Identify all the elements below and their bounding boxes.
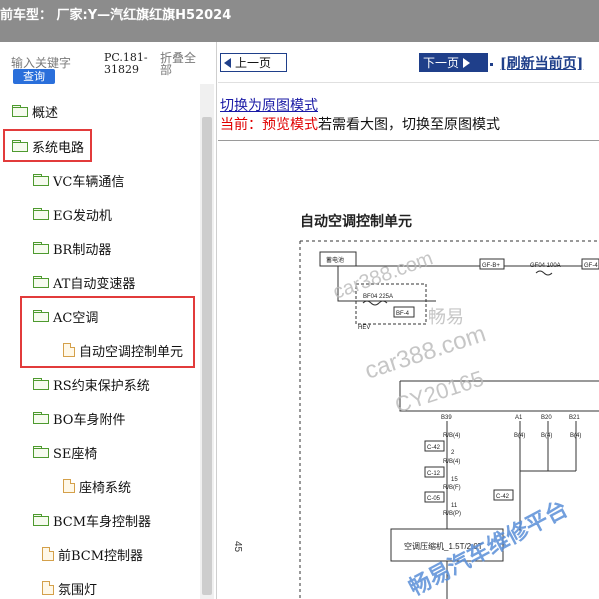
pin-number-15: 15	[451, 477, 458, 483]
window-title: 前车型： 厂家:Y—汽红旗红旗H52024	[0, 8, 232, 23]
folder-open-icon	[33, 446, 49, 458]
pin-number-2: 2	[451, 450, 455, 456]
switch-original-mode-link[interactable]: 切换为原图模式	[220, 95, 318, 115]
folder-icon	[33, 242, 49, 254]
wire-label-b4-3: B(4)	[570, 433, 581, 439]
battery-label: 蓄电池	[326, 256, 344, 264]
gf-4-label: GF-4	[584, 263, 598, 269]
highlight-box-ac	[20, 296, 195, 368]
tree-item-ambient-light[interactable]: 氛围灯	[42, 577, 97, 599]
wire-label-rb4-2: R/B(4)	[443, 459, 460, 465]
connector-c42-right-label: C-42	[496, 494, 510, 500]
bf4-label: BF-4	[396, 311, 410, 317]
current-mode-line: 当前：预览模式若需看大图，切换至原图模式	[220, 114, 500, 134]
folder-icon	[33, 412, 49, 424]
fuse-symbol	[362, 300, 388, 306]
collapse-all-link[interactable]: 折叠全部	[160, 52, 200, 76]
search-button[interactable]: 查询	[13, 69, 55, 84]
tree-item-overview[interactable]: 概述	[12, 100, 58, 122]
pin-a1: A1	[515, 415, 523, 421]
gf-b-plus-label: GF-B+	[482, 263, 500, 269]
bullet-icon	[490, 63, 493, 66]
connector-c05-label: C-05	[427, 496, 441, 502]
folder-icon	[33, 276, 49, 288]
pin-b39: B39	[441, 415, 452, 421]
tree-item-label: AT自动变速器	[53, 276, 136, 292]
folder-icon	[33, 208, 49, 220]
arrow-left-icon	[224, 57, 231, 68]
tree-item-label: 座椅系统	[79, 480, 132, 496]
fuse-symbol-gf04	[535, 270, 553, 276]
tree-item-bcm[interactable]: BCM车身控制器	[33, 509, 151, 531]
folder-open-icon	[33, 514, 49, 526]
wiring-diagram: 自动空调控制单元 蓄电池 BF04 225A BF-4 HEV GF-B+ GF…	[232, 213, 599, 599]
next-page-label: 下一页	[423, 56, 460, 70]
folder-icon	[12, 105, 28, 117]
document-icon	[42, 547, 54, 561]
watermark-4: CY20165	[392, 366, 487, 418]
prev-page-button[interactable]: 上一页	[220, 53, 287, 72]
wire-label-rbp: R/B(P)	[443, 511, 461, 517]
watermark-2: 畅易	[428, 307, 464, 327]
pc-code: PC.181-31829	[104, 51, 148, 76]
page-number: 45	[232, 541, 243, 553]
tree-item-label: 概述	[32, 105, 59, 121]
tree-item-label: RS约束保护系统	[53, 378, 150, 394]
gf04-label: GF04 100A	[530, 263, 561, 269]
tree-item-seat-system[interactable]: 座椅系统	[63, 475, 131, 497]
tree-item-rs[interactable]: RS约束保护系统	[33, 373, 150, 395]
tree-item-label: EG发动机	[53, 208, 112, 224]
tree-item-vc[interactable]: VC车辆通信	[33, 169, 124, 191]
tree-item-label: BCM车身控制器	[53, 514, 152, 530]
sidebar-scroll-thumb[interactable]	[202, 117, 212, 595]
current-mode-prefix: 当前：	[220, 117, 262, 133]
next-page-button[interactable]: 下一页	[419, 53, 488, 72]
tree-item-label: 氛围灯	[58, 582, 98, 598]
tree-item-label: BR制动器	[53, 242, 112, 258]
pin-number-11: 11	[451, 503, 458, 509]
pin-b21: B21	[569, 415, 580, 421]
current-mode-hint: 若需看大图，切换至原图模式	[318, 117, 500, 133]
folder-icon	[33, 174, 49, 186]
connector-c12-label: C-12	[427, 471, 441, 477]
title-bar: 前车型： 厂家:Y—汽红旗红旗H52024	[0, 0, 599, 42]
prev-page-label: 上一页	[235, 56, 272, 70]
diagram-title: 自动空调控制单元	[300, 213, 412, 229]
wire-label-b4: B(4)	[514, 433, 525, 439]
wire-label-b4-2: B(4)	[541, 433, 552, 439]
current-mode-name: 预览模式	[262, 117, 318, 133]
tree-item-eg[interactable]: EG发动机	[33, 203, 112, 225]
tree-item-se[interactable]: SE座椅	[33, 441, 97, 463]
folder-icon	[33, 378, 49, 390]
refresh-page-link[interactable]: [刷新当前页]	[500, 53, 583, 73]
tree-item-br[interactable]: BR制动器	[33, 237, 111, 259]
tree-item-label: SE座椅	[53, 446, 98, 462]
tree-item-front-bcm[interactable]: 前BCM控制器	[42, 543, 143, 565]
pin-b20: B20	[541, 415, 552, 421]
hev-label: HEV	[358, 325, 370, 331]
tree-item-label: BO车身附件	[53, 412, 126, 428]
tree-item-at[interactable]: AT自动变速器	[33, 271, 135, 293]
arrow-right-icon	[463, 57, 471, 68]
tree-item-label: 前BCM控制器	[58, 548, 144, 564]
wire-label-rb4: R/B(4)	[443, 433, 460, 439]
tree-item-label: VC车辆通信	[53, 174, 125, 190]
bf04-label: BF04 225A	[363, 294, 393, 300]
wire-label-rbf: R/B(F)	[443, 485, 461, 491]
document-icon	[42, 581, 54, 595]
document-icon	[63, 479, 75, 493]
connector-c42-label: C-42	[427, 445, 441, 451]
tree-item-bo[interactable]: BO车身附件	[33, 407, 125, 429]
highlight-box-system-circuit	[3, 129, 92, 162]
